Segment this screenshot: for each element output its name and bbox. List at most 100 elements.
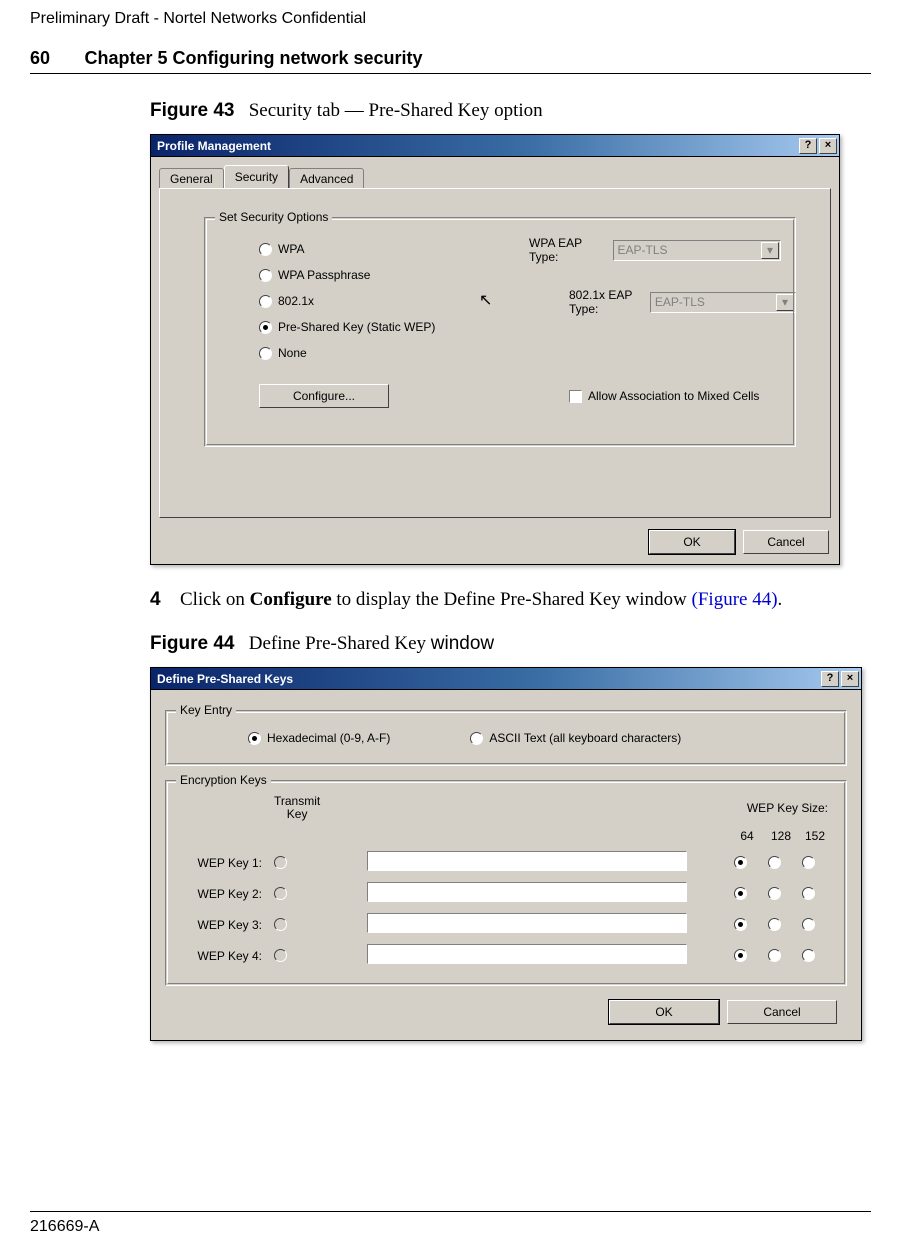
wep2-size-152[interactable] bbox=[802, 887, 815, 900]
wep-key-1-label: WEP Key 1: bbox=[180, 847, 270, 878]
step-4: 4 Click on Configure to display the Defi… bbox=[150, 589, 871, 611]
radio-wpa-label: WPA bbox=[278, 242, 304, 256]
cursor-icon: ↖ bbox=[479, 290, 492, 310]
configure-button[interactable]: Configure... bbox=[259, 384, 389, 408]
radio-8021x-label: 802.1x bbox=[278, 294, 314, 308]
wep-key-2-input[interactable] bbox=[367, 882, 687, 902]
opt-none-row: None bbox=[259, 340, 781, 366]
tab-advanced[interactable]: Advanced bbox=[289, 168, 364, 189]
figure-43-lead: Figure 43 bbox=[150, 100, 234, 121]
wep3-size-152[interactable] bbox=[802, 918, 815, 931]
radio-hex-label: Hexadecimal (0-9, A-F) bbox=[267, 731, 390, 745]
wep4-size-152[interactable] bbox=[802, 949, 815, 962]
dialog44-titlebar: Define Pre-Shared Keys ? × bbox=[151, 668, 861, 690]
wep-key-4-row: WEP Key 4: bbox=[180, 940, 832, 971]
set-security-options-group: Set Security Options WPA WPA EAP Type: E… bbox=[204, 217, 796, 447]
wep3-size-128[interactable] bbox=[768, 918, 781, 931]
cancel-button[interactable]: Cancel bbox=[743, 530, 829, 554]
group-legend: Set Security Options bbox=[215, 210, 332, 224]
wep-key-2-label: WEP Key 2: bbox=[180, 878, 270, 909]
wep1-size-128[interactable] bbox=[768, 856, 781, 869]
ok-button[interactable]: OK bbox=[649, 530, 735, 554]
dialog-title: Profile Management bbox=[157, 139, 271, 153]
encryption-keys-group: Encryption Keys Transmit Key WEP Key Siz… bbox=[165, 780, 847, 986]
size-152-header: 152 bbox=[798, 825, 832, 847]
cancel-button[interactable]: Cancel bbox=[727, 1000, 837, 1024]
define-psk-dialog: Define Pre-Shared Keys ? × Key Entry Hex… bbox=[150, 667, 862, 1041]
radio-none-label: None bbox=[278, 346, 307, 360]
figure-43-caption: Figure 43 Security tab — Pre-Shared Key … bbox=[150, 100, 871, 122]
encryption-keys-legend: Encryption Keys bbox=[176, 773, 271, 787]
radio-wpa-passphrase-label: WPA Passphrase bbox=[278, 268, 370, 282]
profile-management-dialog: Profile Management ? × General Security … bbox=[150, 134, 840, 565]
wep-key-size-header: WEP Key Size: bbox=[747, 801, 828, 815]
wep2-size-64[interactable] bbox=[734, 887, 747, 900]
dialog-titlebar: Profile Management ? × bbox=[151, 135, 839, 157]
radio-ascii[interactable] bbox=[470, 732, 483, 745]
transmit-key-2[interactable] bbox=[274, 887, 287, 900]
footer-rule bbox=[30, 1211, 871, 1212]
wep-key-3-row: WEP Key 3: bbox=[180, 909, 832, 940]
tab-strip: General Security Advanced bbox=[151, 157, 839, 188]
chapter-header-row: 60 Chapter 5 Configuring network securit… bbox=[30, 48, 871, 74]
tab-general[interactable]: General bbox=[159, 168, 224, 189]
page-number: 60 bbox=[30, 48, 50, 68]
wep-key-1-row: WEP Key 1: bbox=[180, 847, 832, 878]
step-text: Click on Configure to display the Define… bbox=[180, 589, 782, 611]
tab-security[interactable]: Security bbox=[224, 165, 289, 188]
figure-44-link[interactable]: (Figure 44) bbox=[692, 589, 778, 610]
radio-ascii-label: ASCII Text (all keyboard characters) bbox=[489, 731, 681, 745]
radio-psk-label: Pre-Shared Key (Static WEP) bbox=[278, 320, 435, 334]
dialog44-button-row: OK Cancel bbox=[165, 986, 847, 1034]
dot1x-eap-type-combo: EAP-TLS ▾ bbox=[650, 292, 796, 313]
chevron-down-icon: ▾ bbox=[761, 242, 779, 259]
radio-hex[interactable] bbox=[248, 732, 261, 745]
wep1-size-152[interactable] bbox=[802, 856, 815, 869]
dot1x-eap-type-label: 802.1x EAP Type: bbox=[569, 288, 644, 316]
wep-key-3-input[interactable] bbox=[367, 913, 687, 933]
help-icon[interactable]: ? bbox=[821, 671, 839, 687]
wep1-size-64[interactable] bbox=[734, 856, 747, 869]
dialog-button-row: OK Cancel bbox=[151, 526, 839, 564]
key-entry-group: Key Entry Hexadecimal (0-9, A-F) ASCII T… bbox=[165, 710, 847, 766]
figure-44-text-b: window bbox=[431, 633, 494, 654]
figure-44-caption: Figure 44 Define Pre-Shared Key window bbox=[150, 633, 871, 655]
chapter-title: Chapter 5 Configuring network security bbox=[84, 48, 422, 68]
wep-key-2-row: WEP Key 2: bbox=[180, 878, 832, 909]
opt-psk-row: Pre-Shared Key (Static WEP) bbox=[259, 314, 781, 340]
radio-8021x[interactable] bbox=[259, 295, 272, 308]
wep3-size-64[interactable] bbox=[734, 918, 747, 931]
wep-key-4-label: WEP Key 4: bbox=[180, 940, 270, 971]
figure-44-text-a: Define Pre-Shared Key bbox=[249, 633, 431, 654]
tab-panel-security: Set Security Options WPA WPA EAP Type: E… bbox=[159, 188, 831, 518]
close-icon[interactable]: × bbox=[841, 671, 859, 687]
encryption-keys-table: Transmit Key WEP Key Size: 64 128 152 bbox=[180, 791, 832, 971]
transmit-key-3[interactable] bbox=[274, 918, 287, 931]
radio-psk[interactable] bbox=[259, 321, 272, 334]
wep-key-4-input[interactable] bbox=[367, 944, 687, 964]
size-128-header: 128 bbox=[764, 825, 798, 847]
key-entry-legend: Key Entry bbox=[176, 703, 236, 717]
allow-mixed-cells-label: Allow Association to Mixed Cells bbox=[588, 389, 759, 403]
radio-wpa-passphrase[interactable] bbox=[259, 269, 272, 282]
ok-button[interactable]: OK bbox=[609, 1000, 719, 1024]
wpa-eap-type-label: WPA EAP Type: bbox=[529, 236, 607, 264]
radio-wpa[interactable] bbox=[259, 243, 272, 256]
radio-none[interactable] bbox=[259, 347, 272, 360]
figure-44-lead: Figure 44 bbox=[150, 633, 234, 654]
opt-8021x-row: 802.1x ↖ 802.1x EAP Type: EAP-TLS ▾ bbox=[259, 288, 781, 314]
dialog44-title: Define Pre-Shared Keys bbox=[157, 672, 293, 686]
close-icon[interactable]: × bbox=[819, 138, 837, 154]
transmit-header-2: Key bbox=[287, 807, 308, 821]
wep2-size-128[interactable] bbox=[768, 887, 781, 900]
transmit-key-4[interactable] bbox=[274, 949, 287, 962]
allow-mixed-cells-checkbox[interactable] bbox=[569, 390, 582, 403]
wep-key-1-input[interactable] bbox=[367, 851, 687, 871]
wpa-eap-type-combo: EAP-TLS ▾ bbox=[613, 240, 781, 261]
transmit-key-1[interactable] bbox=[274, 856, 287, 869]
wep4-size-64[interactable] bbox=[734, 949, 747, 962]
step-number: 4 bbox=[150, 589, 180, 611]
wep-key-3-label: WEP Key 3: bbox=[180, 909, 270, 940]
help-icon[interactable]: ? bbox=[799, 138, 817, 154]
wep4-size-128[interactable] bbox=[768, 949, 781, 962]
